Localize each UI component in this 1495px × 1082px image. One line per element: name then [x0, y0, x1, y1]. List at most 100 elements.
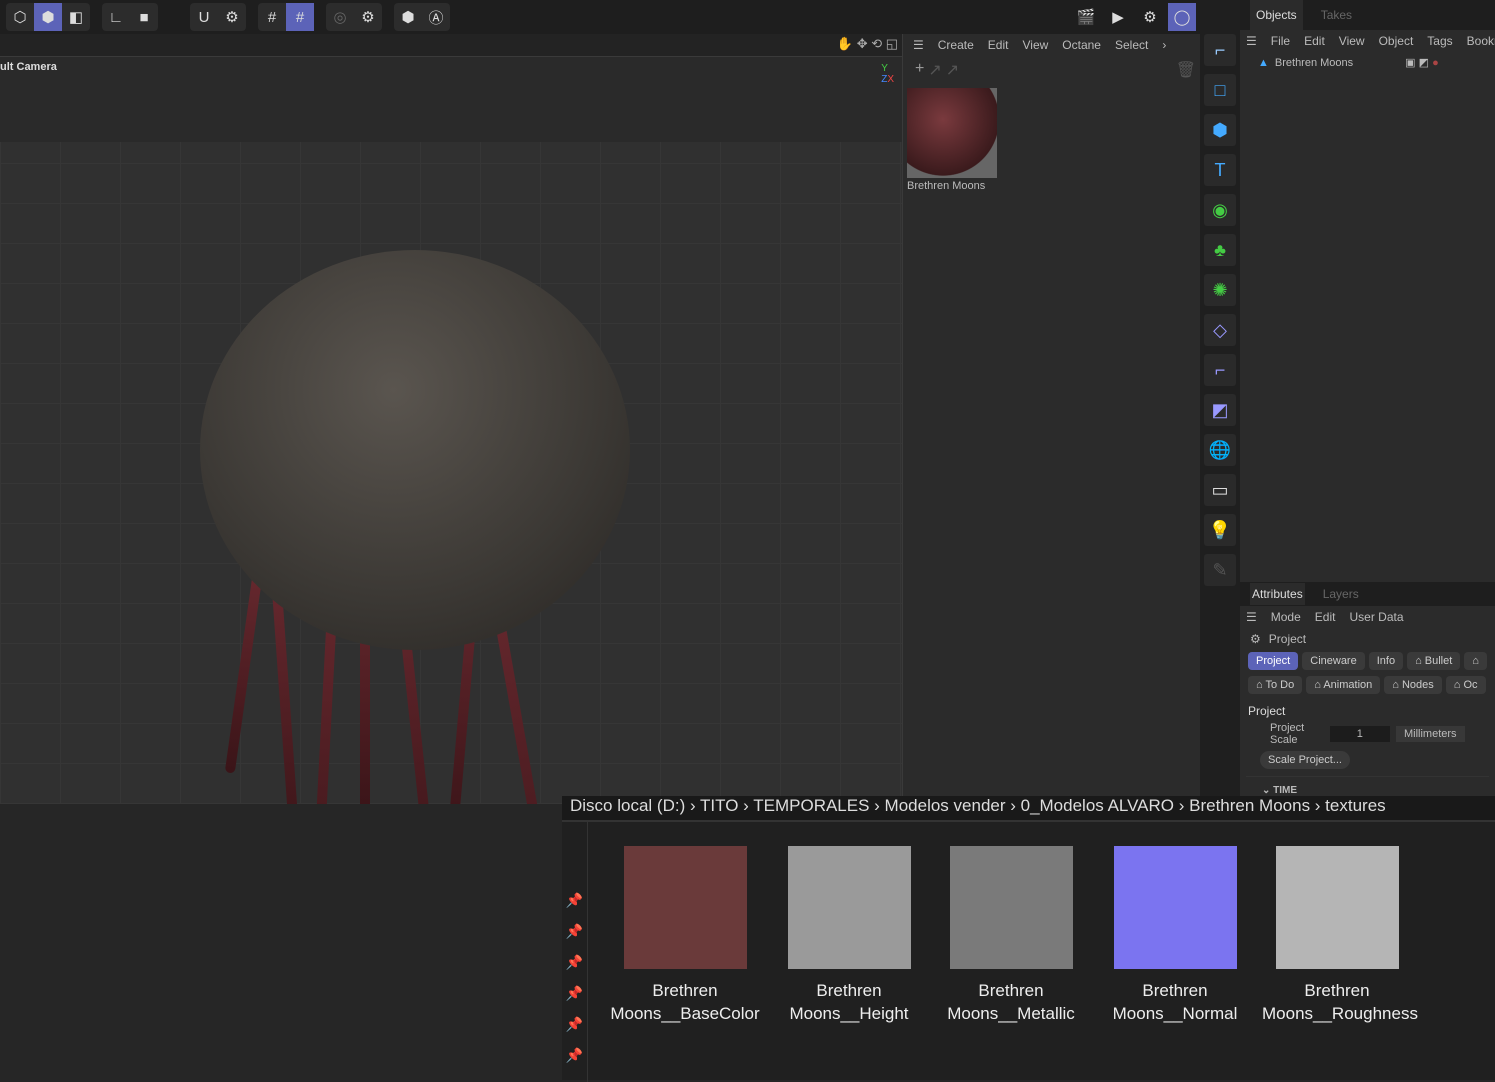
file-tile[interactable]: Brethren Moons__BaseColor [610, 846, 760, 1025]
tab-attributes[interactable]: Attributes [1250, 583, 1305, 605]
material-item[interactable]: Brethren Moons [907, 88, 997, 192]
file-name: Brethren Moons__Height [789, 981, 909, 1023]
project-scale-input[interactable]: 1 [1329, 726, 1390, 742]
chip-bullet[interactable]: ⌂ Bullet [1407, 652, 1461, 670]
chevron-right-icon[interactable]: › [1162, 38, 1166, 52]
menu-view[interactable]: View [1022, 38, 1048, 52]
tag-icons[interactable]: ▣ ◩ ● [1405, 56, 1439, 69]
menu-object[interactable]: Object [1379, 34, 1414, 48]
thumbnail [1275, 846, 1399, 969]
file-tile[interactable]: Brethren Moons__Normal [1100, 846, 1250, 1025]
pin-icon[interactable]: 📌 [566, 1016, 583, 1033]
grid-icon[interactable]: # [258, 3, 286, 31]
chip-more[interactable]: ⌂ [1464, 652, 1487, 670]
menu-bookmarks[interactable]: Bookmarks [1467, 34, 1495, 48]
null-icon[interactable]: ⌐ [1204, 34, 1236, 66]
scale-unit-dropdown[interactable]: Millimeters [1395, 726, 1465, 742]
pin-icon[interactable]: 📌 [566, 985, 583, 1002]
tab-takes[interactable]: Takes [1321, 8, 1352, 22]
pen-icon[interactable]: ✎ [1204, 554, 1236, 586]
menu-file[interactable]: File [1271, 34, 1290, 48]
tab-objects[interactable]: Objects [1250, 0, 1303, 30]
jellyfish-model[interactable] [200, 250, 630, 650]
pin-icon[interactable]: 📌 [566, 1047, 583, 1064]
field-icon[interactable]: ⌐ [1204, 354, 1236, 386]
menu-edit[interactable]: Edit [1315, 610, 1336, 624]
chip-animation[interactable]: ⌂ Animation [1306, 676, 1381, 694]
chip-octane[interactable]: ⌂ Oc [1445, 676, 1486, 694]
add-icon[interactable]: + [915, 60, 924, 80]
material-name: Brethren Moons [907, 180, 986, 192]
file-name: Brethren Moons__Metallic [947, 981, 1075, 1023]
hamburger-icon[interactable]: ☰ [913, 38, 924, 52]
light-icon[interactable]: 💡 [1204, 514, 1236, 546]
object-row[interactable]: ▲ Brethren Moons ▣ ◩ ● [1240, 52, 1495, 73]
pick-icon[interactable]: ↗ [946, 60, 959, 80]
pin-icon[interactable]: 📌 [566, 923, 583, 940]
menu-edit[interactable]: Edit [1304, 34, 1325, 48]
trash-icon[interactable]: 🗑 [1176, 60, 1196, 80]
file-tile[interactable]: Brethren Moons__Roughness [1262, 846, 1418, 1025]
file-tile[interactable]: Brethren Moons__Metallic [936, 846, 1086, 1025]
chip-info[interactable]: Info [1368, 652, 1404, 670]
thumbnail [787, 846, 911, 969]
rectangle-icon[interactable]: □ [1204, 74, 1236, 106]
pin-icon[interactable]: 📌 [566, 892, 583, 909]
render-settings-icon[interactable]: ⚙ [1136, 3, 1164, 31]
project-icon: ⚙ [1250, 632, 1261, 646]
tab-layers[interactable]: Layers [1323, 587, 1359, 601]
chip-cineware[interactable]: Cineware [1302, 652, 1365, 670]
breadcrumb[interactable]: Disco local (D:) › TITO › TEMPORALES › M… [562, 796, 1495, 820]
menu-view[interactable]: View [1339, 34, 1365, 48]
menu-edit[interactable]: Edit [988, 38, 1009, 52]
grid-lock-icon[interactable]: # [286, 3, 314, 31]
cube-solid-icon[interactable]: ⬢ [34, 3, 62, 31]
chip-todo[interactable]: ⌂ To Do [1248, 676, 1303, 694]
chip-project[interactable]: Project [1248, 652, 1299, 670]
hamburger-icon[interactable]: ☰ [1246, 34, 1257, 48]
menu-create[interactable]: Create [938, 38, 974, 52]
render-icon[interactable]: ▶ [1104, 3, 1132, 31]
settings-icon[interactable]: ⚙ [354, 3, 382, 31]
viewport-nav-icons[interactable]: ✋ ✥ ⟲ ◱ [837, 36, 898, 52]
menu-octane[interactable]: Octane [1062, 38, 1101, 52]
octane-icon[interactable]: ◯ [1168, 3, 1196, 31]
magnet-icon[interactable]: U [190, 3, 218, 31]
chip-nodes[interactable]: ⌂ Nodes [1384, 676, 1442, 694]
camera-icon[interactable]: ▭ [1204, 474, 1236, 506]
object-icon: ▲ [1258, 56, 1269, 69]
menu-select[interactable]: Select [1115, 38, 1148, 52]
menu-mode[interactable]: Mode [1271, 610, 1301, 624]
cloner-icon[interactable]: ♣ [1204, 234, 1236, 266]
a-icon[interactable]: Ⓐ [422, 3, 450, 31]
clapper-icon[interactable]: 🎬 [1072, 3, 1100, 31]
object-name[interactable]: Brethren Moons [1275, 57, 1353, 69]
cube-icon[interactable]: ⬢ [1204, 114, 1236, 146]
sky-icon[interactable]: 🌐 [1204, 434, 1236, 466]
eye-icon[interactable]: ⬢ [394, 3, 422, 31]
file-tile[interactable]: Brethren Moons__Height [774, 846, 924, 1025]
hamburger-icon[interactable]: ☰ [1246, 610, 1257, 624]
viewport[interactable]: ✋ ✥ ⟲ ◱ ult Camera Y ZX [0, 34, 902, 804]
cube-outline-icon[interactable]: ⬡ [6, 3, 34, 31]
scale-project-button[interactable]: Scale Project... [1260, 751, 1350, 769]
axis-icon[interactable]: ∟ [102, 3, 130, 31]
file-browser: 📌 📌 📌 📌 📌 📌 Brethren Moons__BaseColor Brethre… [562, 820, 1495, 1082]
volume-icon[interactable]: ◩ [1204, 394, 1236, 426]
subdivision-icon[interactable]: ◉ [1204, 194, 1236, 226]
text-icon[interactable]: T [1204, 154, 1236, 186]
arrow-icon[interactable]: ↗ [928, 60, 941, 80]
deformer-icon[interactable]: ✺ [1204, 274, 1236, 306]
gear-snap-icon[interactable]: ⚙ [218, 3, 246, 31]
target-icon[interactable]: ◎ [326, 3, 354, 31]
menu-tags[interactable]: Tags [1427, 34, 1452, 48]
camera-label[interactable]: ult Camera [0, 61, 57, 73]
pin-icon[interactable]: 📌 [566, 954, 583, 971]
file-name: Brethren Moons__Roughness [1262, 981, 1418, 1023]
menu-user-data[interactable]: User Data [1349, 610, 1403, 624]
material-preview [907, 88, 997, 178]
spline-icon[interactable]: ◇ [1204, 314, 1236, 346]
cube-multi-icon[interactable]: ◧ [62, 3, 90, 31]
square-icon[interactable]: ■ [130, 3, 158, 31]
file-name: Brethren Moons__Normal [1112, 981, 1238, 1023]
